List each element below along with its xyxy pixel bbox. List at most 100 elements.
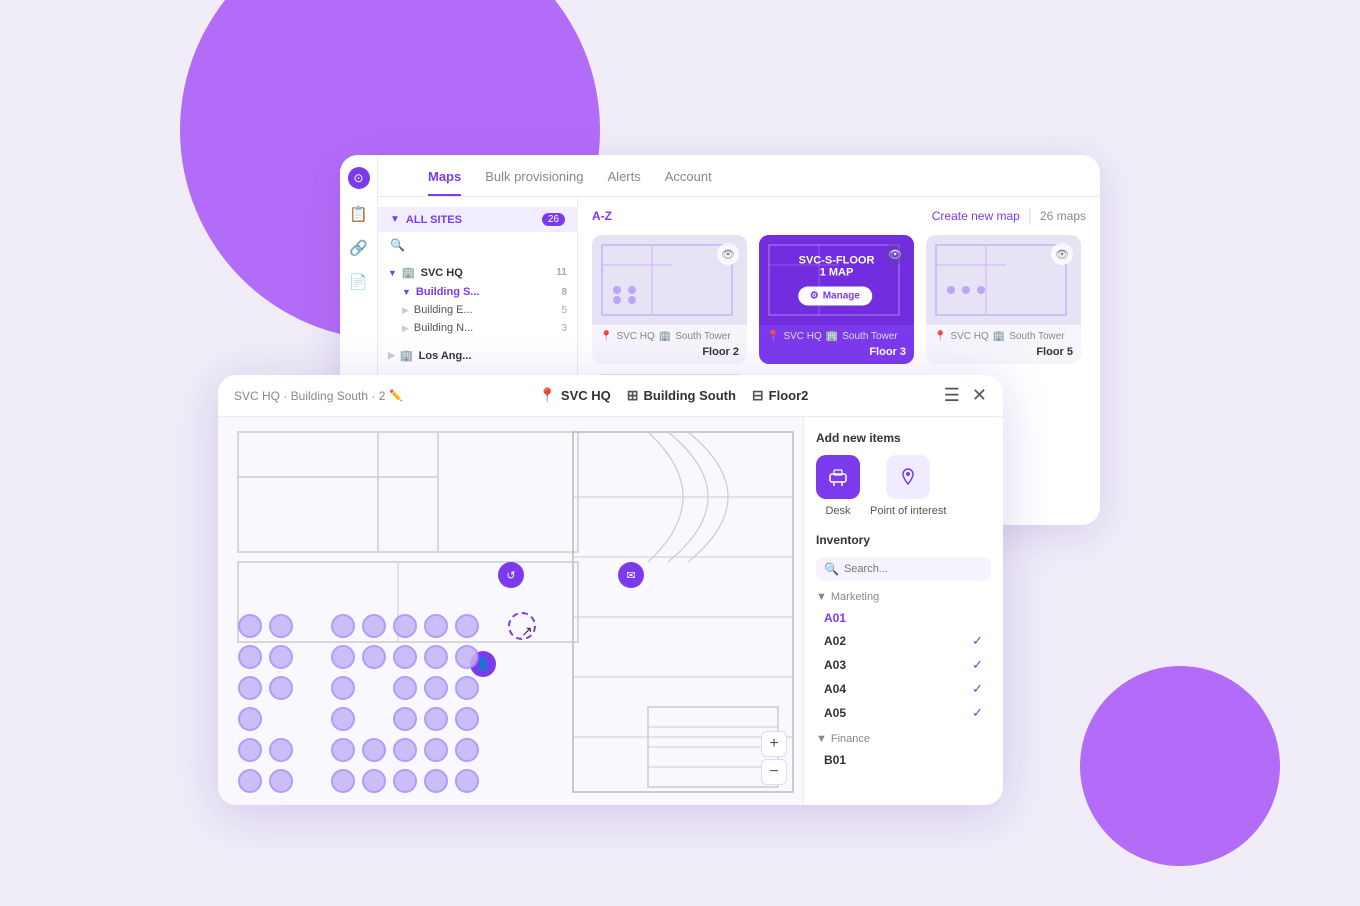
inv-item-a03[interactable]: A03 ✓ <box>816 653 991 677</box>
desk-circle[interactable] <box>362 614 386 638</box>
add-poi-button[interactable]: Point of interest <box>870 455 946 517</box>
desk-circle[interactable] <box>238 645 262 669</box>
sidebar-link-icon[interactable]: 🔗 <box>349 239 368 257</box>
canvas-icon-1[interactable]: ↺ <box>498 562 524 588</box>
maps-count: 26 maps <box>1040 209 1086 223</box>
desk-circle[interactable] <box>455 676 479 700</box>
canvas-icon-2[interactable]: ✉ <box>618 562 644 588</box>
desk-circle[interactable] <box>238 676 262 700</box>
map-card-floor2[interactable]: 👁 📍SVC HQ 🏢South Tower Floor 2 <box>592 235 747 364</box>
map-card-floor3[interactable]: SVC-S-FLOOR 1 MAP ⚙ Manage 👁 📍SVC HQ 🏢So… <box>759 235 914 364</box>
eye-off-icon-1[interactable]: 👁 <box>717 243 739 265</box>
map-card-floor3-img: SVC-S-FLOOR 1 MAP ⚙ Manage 👁 <box>759 235 914 325</box>
inv-item-a02[interactable]: A02 ✓ <box>816 629 991 653</box>
site-group-la: ▶ 🏢 Los Ang... <box>378 341 577 370</box>
site-item-buildings[interactable]: ▼ Building S... 8 <box>388 283 567 301</box>
desk-circle[interactable] <box>331 769 355 793</box>
add-items-title: Add new items <box>816 431 991 445</box>
desk-circle[interactable] <box>269 738 293 762</box>
desk-circle[interactable] <box>455 707 479 731</box>
tab-alerts[interactable]: Alerts <box>608 169 641 196</box>
a05-check: ✓ <box>972 705 983 721</box>
all-sites-row[interactable]: ▼ ALL SITES 26 <box>378 207 577 232</box>
b01-name: B01 <box>824 753 846 767</box>
desk-circle[interactable] <box>362 645 386 669</box>
zoom-out-button[interactable]: − <box>761 759 787 785</box>
inv-item-a04[interactable]: A04 ✓ <box>816 677 991 701</box>
desk-circle[interactable] <box>424 738 448 762</box>
map-card-floor2-footer: 📍SVC HQ 🏢South Tower Floor 2 <box>592 325 747 364</box>
add-desk-button[interactable]: Desk <box>816 455 860 517</box>
poi-icon-wrap <box>886 455 930 499</box>
inv-item-a05[interactable]: A05 ✓ <box>816 701 991 725</box>
tab-account[interactable]: Account <box>665 169 712 196</box>
sidebar-logo-icon[interactable]: ⊙ <box>348 167 370 189</box>
sort-label[interactable]: A-Z <box>592 209 612 223</box>
desk-circle[interactable] <box>238 614 262 638</box>
inventory-search[interactable]: 🔍 <box>816 557 991 581</box>
zoom-in-button[interactable]: + <box>761 731 787 757</box>
svchq-count: 11 <box>556 267 567 278</box>
map-card-floor5[interactable]: 👁 📍SVC HQ 🏢South Tower Floor 5 <box>926 235 1081 364</box>
desk-circle[interactable] <box>424 676 448 700</box>
inventory-search-input[interactable] <box>844 563 983 575</box>
desk-circle[interactable] <box>269 645 293 669</box>
desk-circle[interactable] <box>393 676 417 700</box>
a04-name: A04 <box>824 682 846 696</box>
desk-circle[interactable] <box>238 707 262 731</box>
desk-circle[interactable] <box>393 738 417 762</box>
desk-circle[interactable] <box>455 738 479 762</box>
marketing-header[interactable]: ▼ Marketing <box>816 591 991 603</box>
desk-circle[interactable] <box>331 707 355 731</box>
la-header[interactable]: ▶ 🏢 Los Ang... <box>388 345 567 366</box>
eye-off-icon-3[interactable]: 👁 <box>1051 243 1073 265</box>
finance-header[interactable]: ▼ Finance <box>816 733 991 745</box>
desk-circle[interactable] <box>269 769 293 793</box>
inventory-section: Inventory 🔍 ▼ Marketing A01 A02 <box>816 533 991 771</box>
desk-circle[interactable] <box>331 676 355 700</box>
desk-circle[interactable] <box>393 769 417 793</box>
breadcrumb-edit-icon[interactable]: ✏️ <box>389 389 403 402</box>
desk-circle[interactable] <box>238 738 262 762</box>
desk-circle[interactable] <box>269 614 293 638</box>
close-button[interactable]: ✕ <box>972 385 987 406</box>
eye-off-icon-2[interactable]: 👁 <box>884 243 906 265</box>
desk-circle[interactable] <box>424 645 448 669</box>
site-item-building-e[interactable]: ▶ Building E... 5 <box>388 301 567 319</box>
create-new-map-link[interactable]: Create new map <box>932 209 1020 223</box>
desk-circle[interactable] <box>238 769 262 793</box>
desks-grid <box>238 614 481 795</box>
desk-circle[interactable] <box>331 738 355 762</box>
inv-item-b01[interactable]: B01 <box>816 749 991 771</box>
sidebar-doc-icon[interactable]: 📄 <box>349 273 368 291</box>
desk-circle[interactable] <box>424 614 448 638</box>
floor-icon: ⊟ <box>752 387 764 404</box>
desk-circle[interactable] <box>455 614 479 638</box>
tab-bulk[interactable]: Bulk provisioning <box>485 169 583 196</box>
map-canvas[interactable]: ↺ ✉ 👤 ↗ <box>218 417 803 805</box>
desk-circle[interactable] <box>424 769 448 793</box>
desk-circle[interactable] <box>455 645 479 669</box>
desk-circle[interactable] <box>393 707 417 731</box>
desk-circle[interactable] <box>331 614 355 638</box>
inv-item-a01[interactable]: A01 <box>816 607 991 629</box>
desk-spacer <box>269 707 295 733</box>
card1-floor: Floor 2 <box>702 346 739 358</box>
desk-circle[interactable] <box>331 645 355 669</box>
inv-search-icon: 🔍 <box>824 562 839 576</box>
desk-spacer <box>362 676 388 702</box>
desk-circle[interactable] <box>362 738 386 762</box>
map-card-floor3-overlay: SVC-S-FLOOR 1 MAP ⚙ Manage <box>798 255 876 306</box>
desk-circle[interactable] <box>393 614 417 638</box>
svchq-header[interactable]: ▼ 🏢 SVC HQ 11 <box>388 262 567 283</box>
sidebar-nav-icon[interactable]: 📋 <box>349 205 368 223</box>
list-view-button[interactable]: ☰ <box>944 385 960 406</box>
desk-circle[interactable] <box>424 707 448 731</box>
desk-circle[interactable] <box>269 676 293 700</box>
desk-circle[interactable] <box>362 769 386 793</box>
tab-maps[interactable]: Maps <box>428 169 461 196</box>
manage-button[interactable]: ⚙ Manage <box>798 287 872 306</box>
site-item-building-n[interactable]: ▶ Building N... 3 <box>388 319 567 337</box>
desk-circle[interactable] <box>455 769 479 793</box>
desk-circle[interactable] <box>393 645 417 669</box>
